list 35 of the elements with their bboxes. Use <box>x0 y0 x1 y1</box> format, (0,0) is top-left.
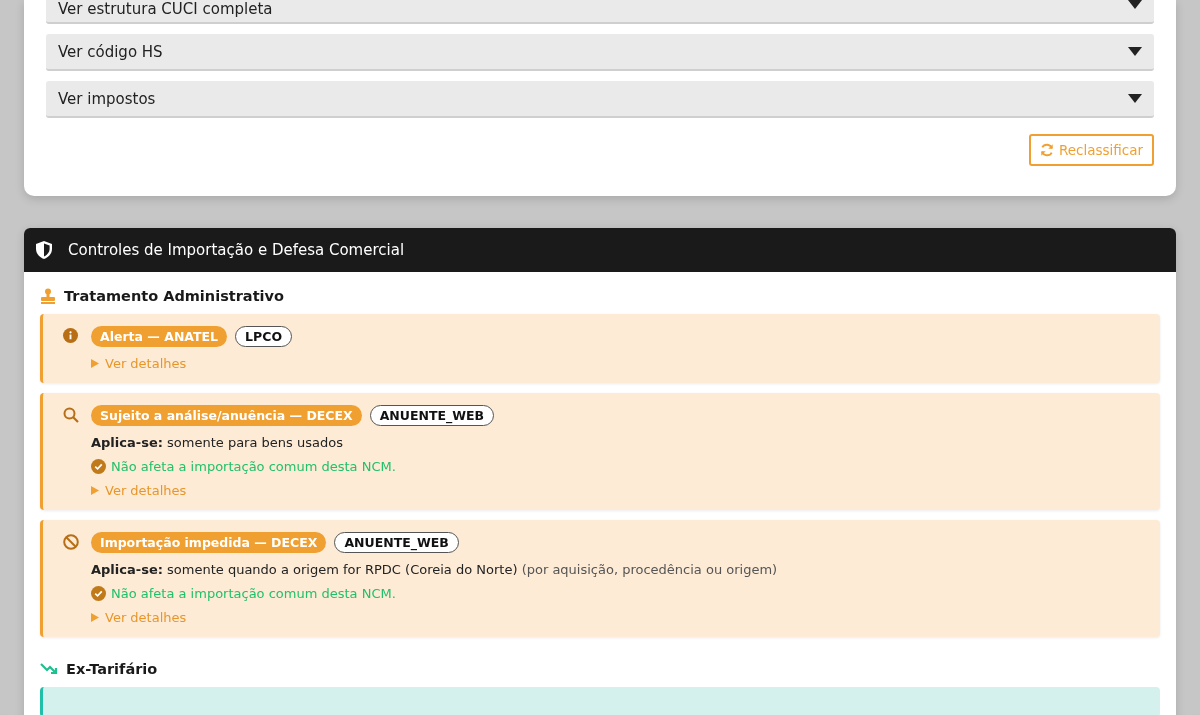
system-tag: LPCO <box>235 326 293 347</box>
triangle-icon <box>91 359 99 368</box>
caret-icon <box>1128 94 1142 103</box>
reclassify-button[interactable]: Reclassificar <box>1028 134 1154 166</box>
status-message: Não afeta a importação comum desta NCM. <box>111 459 396 474</box>
applies-text: Aplica-se: somente para bens usados <box>91 435 344 450</box>
refresh-icon <box>1039 143 1054 157</box>
details-toggle[interactable]: Ver detalhes <box>91 610 187 625</box>
accordion-header[interactable]: Ver código HS <box>46 34 1154 71</box>
triangle-icon <box>91 613 99 622</box>
accordion-header[interactable]: Ver estrutura CUCI completa <box>46 0 1154 24</box>
caret-icon <box>1128 0 1142 9</box>
caret-icon <box>1128 47 1142 56</box>
accordion-header[interactable]: Ver impostos <box>46 81 1154 118</box>
status-badge: Sujeito a análise/anuência — DECEX <box>91 405 362 426</box>
shield-icon <box>36 241 52 259</box>
trend-down-icon <box>40 662 58 676</box>
info-icon <box>63 328 78 343</box>
section-title: Ex-Tarifário <box>66 661 158 677</box>
status-badge: Alerta — ANATEL <box>91 326 228 347</box>
ban-icon <box>63 534 79 550</box>
triangle-icon <box>91 486 99 495</box>
stamp-icon <box>40 288 56 304</box>
details-toggle[interactable]: Ver detalhes <box>91 483 187 498</box>
details-toggle[interactable]: Ver detalhes <box>91 356 187 371</box>
panel-title: Controles de Importação e Defesa Comercial <box>68 241 405 259</box>
system-tag: ANUENTE_WEB <box>334 532 459 553</box>
status-message: Não afeta a importação comum desta NCM. <box>111 586 396 601</box>
check-circle-icon <box>91 586 106 601</box>
check-circle-icon <box>91 459 106 474</box>
status-badge: Importação impedida — DECEX <box>91 532 327 553</box>
applies-text: Aplica-se: somente quando a origem for RPDC (Coreia do Norte) (por aquisição, procedência ou origem) <box>91 562 778 577</box>
system-tag: ANUENTE_WEB <box>369 405 495 426</box>
search-icon <box>63 407 79 423</box>
section-title: Tratamento Administrativo <box>64 288 284 304</box>
